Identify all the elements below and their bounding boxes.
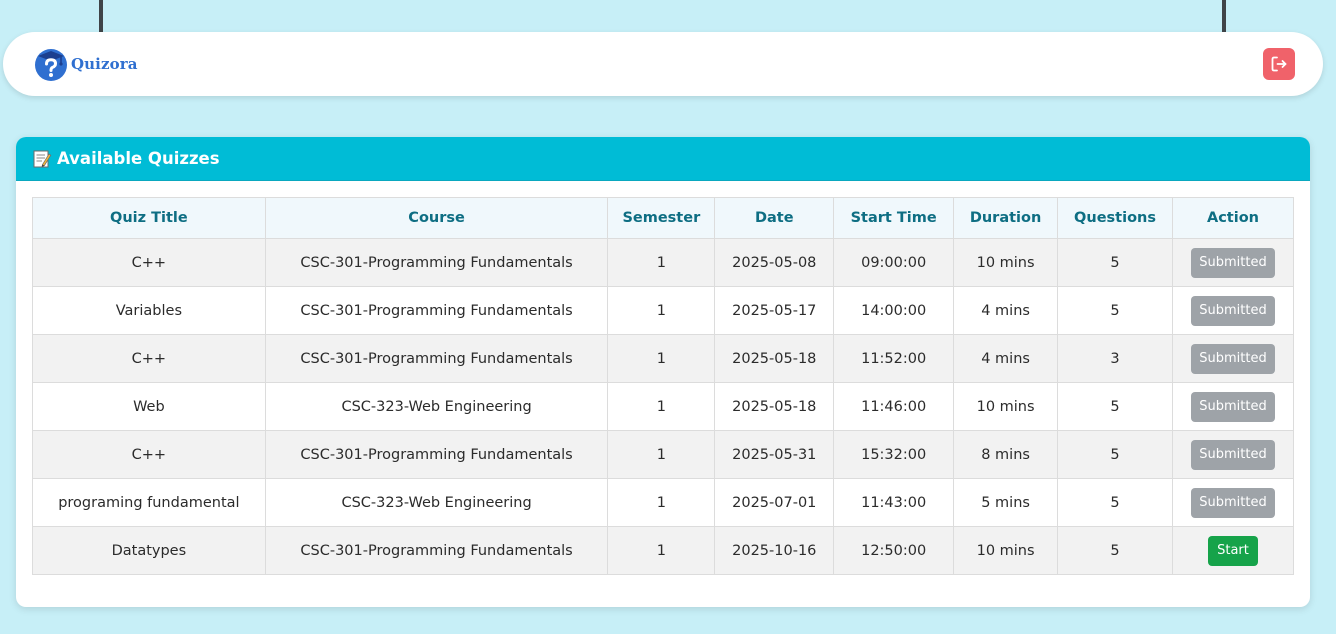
duration-cell: 4 mins	[953, 286, 1059, 335]
questions-cell: 5	[1057, 430, 1173, 479]
table-row: C++ CSC-301-Programming Fundamentals 1 2…	[32, 334, 1295, 383]
start-time-cell: 11:46:00	[833, 382, 955, 431]
table-header-row: Quiz Title Course Semester Date Start Ti…	[32, 197, 1295, 239]
column-header-questions: Questions	[1057, 197, 1173, 239]
submitted-button[interactable]: Submitted	[1191, 295, 1275, 326]
hanger-right	[1222, 0, 1226, 34]
start-time-cell: 12:50:00	[833, 526, 955, 575]
start-time-cell: 11:52:00	[833, 334, 955, 383]
action-cell: Submitted	[1171, 334, 1295, 383]
date-cell: 2025-05-18	[714, 382, 835, 431]
date-cell: 2025-05-18	[714, 334, 835, 383]
course-cell: CSC-301-Programming Fundamentals	[264, 286, 609, 335]
semester-cell: 1	[607, 286, 716, 335]
column-header-duration: Duration	[953, 197, 1059, 239]
quiz-title-cell: Web	[32, 382, 266, 431]
date-cell: 2025-05-17	[714, 286, 835, 335]
quiz-title-cell: C++	[32, 238, 266, 287]
quiz-title-cell: C++	[32, 430, 266, 479]
date-cell: 2025-10-16	[714, 526, 835, 575]
quiz-title-cell: Variables	[32, 286, 266, 335]
semester-cell: 1	[607, 382, 716, 431]
semester-cell: 1	[607, 238, 716, 287]
course-cell: CSC-301-Programming Fundamentals	[264, 430, 609, 479]
duration-cell: 4 mins	[953, 334, 1059, 383]
column-header-course: Course	[264, 197, 609, 239]
course-cell: CSC-323-Web Engineering	[264, 382, 609, 431]
semester-cell: 1	[607, 334, 716, 383]
course-cell: CSC-301-Programming Fundamentals	[264, 238, 609, 287]
action-cell: Submitted	[1171, 430, 1295, 479]
logout-button[interactable]	[1263, 48, 1295, 80]
date-cell: 2025-07-01	[714, 478, 835, 527]
logout-icon	[1271, 56, 1287, 72]
action-cell: Submitted	[1171, 286, 1295, 335]
brand[interactable]: Quizora	[34, 47, 138, 81]
quiz-title-cell: Datatypes	[32, 526, 266, 575]
action-cell: Submitted	[1171, 478, 1295, 527]
semester-cell: 1	[607, 430, 716, 479]
submitted-button[interactable]: Submitted	[1191, 343, 1275, 374]
brand-name: Quizora	[71, 55, 138, 73]
column-header-date: Date	[714, 197, 835, 239]
submitted-button[interactable]: Submitted	[1191, 391, 1275, 422]
column-header-action: Action	[1171, 197, 1295, 239]
date-cell: 2025-05-08	[714, 238, 835, 287]
action-cell: Submitted	[1171, 382, 1295, 431]
table-row: Datatypes CSC-301-Programming Fundamenta…	[32, 526, 1295, 575]
course-cell: CSC-301-Programming Fundamentals	[264, 526, 609, 575]
table-row: C++ CSC-301-Programming Fundamentals 1 2…	[32, 430, 1295, 479]
start-time-cell: 15:32:00	[833, 430, 955, 479]
questions-cell: 3	[1057, 334, 1173, 383]
navbar: Quizora	[3, 32, 1323, 96]
questions-cell: 5	[1057, 382, 1173, 431]
column-header-quiz-title: Quiz Title	[32, 197, 266, 239]
questions-cell: 5	[1057, 238, 1173, 287]
column-header-semester: Semester	[607, 197, 716, 239]
course-cell: CSC-323-Web Engineering	[264, 478, 609, 527]
card-title: Available Quizzes	[57, 149, 220, 168]
course-cell: CSC-301-Programming Fundamentals	[264, 334, 609, 383]
questions-cell: 5	[1057, 478, 1173, 527]
quizzes-table: Quiz Title Course Semester Date Start Ti…	[32, 197, 1295, 575]
submitted-button[interactable]: Submitted	[1191, 247, 1275, 278]
duration-cell: 10 mins	[953, 526, 1059, 575]
memo-icon	[33, 150, 52, 167]
duration-cell: 5 mins	[953, 478, 1059, 527]
quiz-title-cell: C++	[32, 334, 266, 383]
start-time-cell: 09:00:00	[833, 238, 955, 287]
table-row: Variables CSC-301-Programming Fundamenta…	[32, 286, 1295, 335]
start-quiz-button[interactable]: Start	[1208, 535, 1258, 566]
start-time-cell: 11:43:00	[833, 478, 955, 527]
column-header-start-time: Start Time	[833, 197, 955, 239]
hanger-left	[99, 0, 103, 34]
table-row: programing fundamental CSC-323-Web Engin…	[32, 478, 1295, 527]
table-row: Web CSC-323-Web Engineering 1 2025-05-18…	[32, 382, 1295, 431]
submitted-button[interactable]: Submitted	[1191, 439, 1275, 470]
quizzes-card: Available Quizzes Quiz Title Course Seme…	[16, 137, 1310, 607]
duration-cell: 10 mins	[953, 382, 1059, 431]
questions-cell: 5	[1057, 286, 1173, 335]
submitted-button[interactable]: Submitted	[1191, 487, 1275, 518]
table-row: C++ CSC-301-Programming Fundamentals 1 2…	[32, 238, 1295, 287]
duration-cell: 10 mins	[953, 238, 1059, 287]
action-cell: Start	[1171, 526, 1295, 575]
card-header: Available Quizzes	[16, 137, 1310, 181]
quiz-title-cell: programing fundamental	[32, 478, 266, 527]
start-time-cell: 14:00:00	[833, 286, 955, 335]
semester-cell: 1	[607, 478, 716, 527]
semester-cell: 1	[607, 526, 716, 575]
date-cell: 2025-05-31	[714, 430, 835, 479]
duration-cell: 8 mins	[953, 430, 1059, 479]
action-cell: Submitted	[1171, 238, 1295, 287]
quiz-logo-icon	[35, 49, 67, 81]
questions-cell: 5	[1057, 526, 1173, 575]
